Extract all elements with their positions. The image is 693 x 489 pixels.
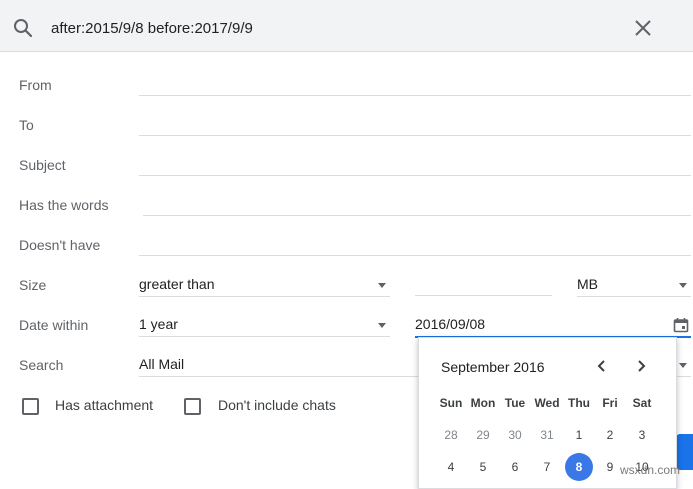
calendar-day-selected[interactable]: 8 <box>565 453 593 481</box>
from-label: From <box>19 77 52 93</box>
chevron-down-icon <box>378 283 386 288</box>
calendar-day[interactable]: 28 <box>437 421 465 449</box>
has-words-field[interactable] <box>143 195 691 216</box>
close-icon[interactable] <box>634 19 652 42</box>
calendar-day[interactable]: 30 <box>501 421 529 449</box>
doesnt-have-label: Doesn't have <box>19 237 101 253</box>
size-unit-select[interactable]: MB <box>577 274 691 297</box>
no-chats-checkbox[interactable] <box>184 398 201 415</box>
date-within-select[interactable]: 1 year <box>139 314 390 337</box>
calendar-day[interactable]: 3 <box>628 421 656 449</box>
size-operator-value: greater than <box>139 276 215 292</box>
search-in-value: All Mail <box>139 356 185 372</box>
doesnt-have-field[interactable] <box>139 235 691 256</box>
to-label: To <box>19 117 34 133</box>
subject-field[interactable] <box>139 155 691 176</box>
weekday-label: Sat <box>632 396 652 410</box>
weekday-label: Wed <box>534 396 560 410</box>
to-field[interactable] <box>139 115 691 136</box>
size-label: Size <box>19 277 47 293</box>
search-bar: after:2015/9/8 before:2017/9/9 <box>0 0 693 52</box>
date-within-label: Date within <box>19 317 89 333</box>
has-words-label: Has the words <box>19 197 109 213</box>
chevron-right-icon[interactable] <box>633 358 649 374</box>
from-field[interactable] <box>139 75 691 96</box>
chevron-left-icon[interactable] <box>594 358 610 374</box>
calendar-icon[interactable] <box>673 317 689 336</box>
watermark: wsxdn.com <box>620 463 681 477</box>
chevron-down-icon <box>679 283 687 288</box>
calendar-day[interactable]: 6 <box>501 453 529 481</box>
subject-label: Subject <box>19 157 66 173</box>
weekday-label: Sun <box>439 396 463 410</box>
search-icon[interactable] <box>13 18 33 43</box>
calendar-day[interactable]: 29 <box>469 421 497 449</box>
has-attachment-checkbox[interactable] <box>22 398 39 415</box>
calendar-month-label: September 2016 <box>441 359 545 375</box>
chevron-down-icon <box>679 363 687 368</box>
no-chats-label: Don't include chats <box>218 397 336 413</box>
weekday-label: Thu <box>568 396 590 410</box>
date-input[interactable]: 2016/09/08 <box>415 314 691 338</box>
date-input-value: 2016/09/08 <box>415 316 486 332</box>
calendar-day[interactable]: 2 <box>596 421 624 449</box>
calendar-day[interactable]: 5 <box>469 453 497 481</box>
size-operator-select[interactable]: greater than <box>139 274 390 297</box>
has-attachment-label: Has attachment <box>55 397 154 413</box>
size-value-field[interactable] <box>415 276 552 296</box>
search-in-label: Search <box>19 357 64 373</box>
size-unit-value: MB <box>577 276 598 292</box>
calendar-day[interactable]: 1 <box>565 421 593 449</box>
chevron-down-icon <box>378 323 386 328</box>
weekday-label: Fri <box>602 396 618 410</box>
calendar-day[interactable]: 4 <box>437 453 465 481</box>
calendar-day[interactable]: 7 <box>533 453 561 481</box>
search-query-input[interactable]: after:2015/9/8 before:2017/9/9 <box>51 20 253 37</box>
calendar-day[interactable]: 31 <box>533 421 561 449</box>
date-within-value: 1 year <box>139 316 178 332</box>
weekday-label: Mon <box>470 396 496 410</box>
weekday-label: Tue <box>504 396 526 410</box>
